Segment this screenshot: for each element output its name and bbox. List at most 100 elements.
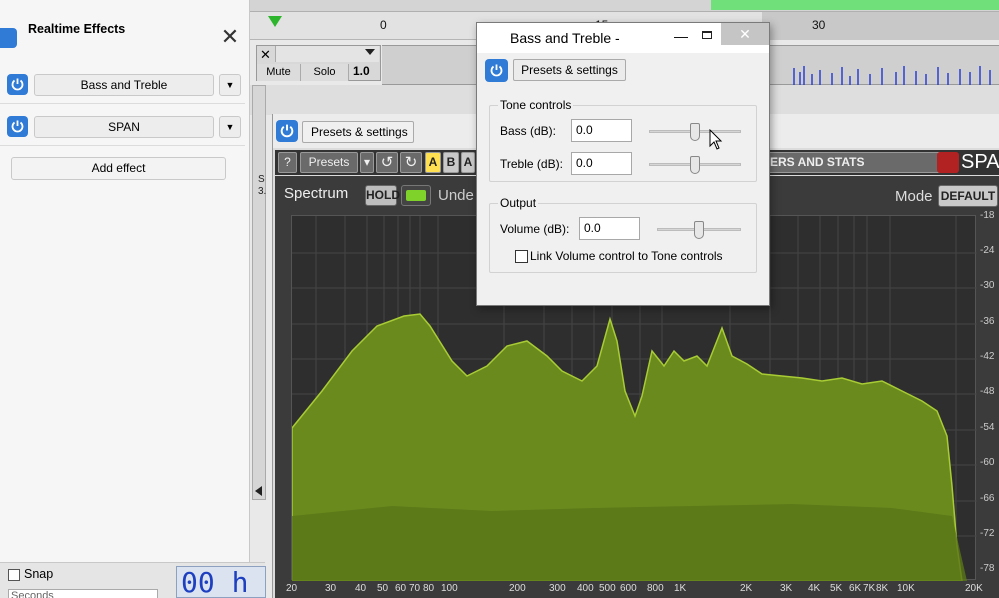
- freq-tick: 6K: [849, 583, 862, 594]
- power-icon: [11, 120, 24, 133]
- track-menu-button[interactable]: [275, 46, 379, 62]
- freq-tick: 60: [395, 583, 407, 594]
- effect-name-button[interactable]: Bass and Treble: [34, 74, 214, 96]
- bass-treble-dialog: Bass and Treble - — ✕ Presets & settings…: [476, 22, 770, 306]
- freq-tick: 400: [577, 583, 594, 594]
- db-tick: -36: [980, 316, 995, 327]
- db-tick: -30: [980, 280, 995, 291]
- effect-power-button[interactable]: [7, 74, 28, 95]
- solo-button[interactable]: Solo: [301, 64, 349, 81]
- volume-label: Volume (dB):: [500, 222, 570, 236]
- freq-tick: 5K: [830, 583, 843, 594]
- volume-slider-thumb[interactable]: [694, 221, 704, 239]
- effect-row-span: SPAN ▼: [0, 108, 245, 146]
- db-tick: -60: [980, 457, 995, 468]
- presets-dropdown-icon[interactable]: ▾: [360, 152, 374, 173]
- time-display[interactable]: 00 h 0: [176, 566, 266, 598]
- panel-title: Realtime Effects: [28, 22, 126, 36]
- realtime-effects-panel: Realtime Effects ✕ Bass and Treble ▼ SPA…: [0, 0, 250, 598]
- span-presets-button[interactable]: Presets & settings: [302, 121, 414, 143]
- db-tick: -42: [980, 351, 995, 362]
- play-head-icon[interactable]: [268, 16, 282, 27]
- close-icon[interactable]: ✕: [721, 23, 769, 45]
- mouse-cursor-icon: [709, 129, 723, 150]
- effect-row-bass-treble: Bass and Treble ▼: [0, 66, 245, 104]
- freq-tick: 30: [325, 583, 337, 594]
- mode-select-button[interactable]: DEFAULT: [938, 185, 998, 207]
- spectrum-floor: [292, 504, 967, 581]
- group-label: Tone controls: [498, 98, 574, 112]
- freq-tick: 40: [355, 583, 367, 594]
- close-icon[interactable]: ✕: [220, 26, 240, 48]
- freq-tick: 500: [599, 583, 616, 594]
- dialog-power-button[interactable]: [485, 59, 508, 82]
- link-volume-checkbox[interactable]: [515, 250, 528, 263]
- bass-slider-thumb[interactable]: [690, 123, 700, 141]
- link-volume-label: Link Volume control to Tone controls: [530, 249, 723, 263]
- dialog-titlebar[interactable]: Bass and Treble - — ✕: [477, 23, 769, 53]
- span-logo: SPAN: [961, 151, 999, 173]
- dialog-presets-button[interactable]: Presets & settings: [513, 59, 626, 81]
- power-icon: [11, 78, 24, 91]
- effect-menu-button[interactable]: ▼: [219, 74, 241, 96]
- mode-label: Mode: [895, 188, 933, 205]
- maximize-icon[interactable]: [700, 28, 714, 42]
- freq-tick: 600: [620, 583, 637, 594]
- freq-tick: 200: [509, 583, 526, 594]
- treble-slider-thumb[interactable]: [690, 156, 700, 174]
- freq-tick: 300: [549, 583, 566, 594]
- redo-icon[interactable]: ↻: [400, 152, 422, 173]
- bass-label: Bass (dB):: [500, 124, 557, 138]
- power-icon: [280, 124, 294, 138]
- span-power-button[interactable]: [276, 120, 298, 142]
- effect-power-button[interactable]: [7, 116, 28, 137]
- snap-unit-select[interactable]: Seconds: [8, 589, 158, 598]
- mute-button[interactable]: Mute: [257, 64, 301, 81]
- group-label: Output: [498, 196, 539, 210]
- hold-toggle[interactable]: [401, 185, 431, 206]
- scroll-left-icon[interactable]: [255, 486, 262, 496]
- freq-tick: 80: [423, 583, 435, 594]
- vertical-scrollbar[interactable]: [252, 85, 266, 500]
- under-label: Unde: [438, 187, 474, 204]
- track-side-label-line: S: [258, 174, 265, 185]
- freq-tick: 70: [409, 583, 421, 594]
- bass-input[interactable]: 0.0: [571, 119, 632, 142]
- minimize-icon[interactable]: —: [674, 28, 688, 44]
- preset-a-button[interactable]: A: [425, 152, 441, 173]
- copy-preset-button[interactable]: A: [461, 152, 475, 173]
- add-effect-button[interactable]: Add effect: [11, 157, 226, 180]
- freq-tick: 7K: [863, 583, 876, 594]
- treble-input[interactable]: 0.0: [571, 152, 632, 175]
- freq-tick: 100: [441, 583, 458, 594]
- freq-tick: 2K: [740, 583, 753, 594]
- span-presets-menu[interactable]: Presets: [300, 152, 358, 173]
- meters-stats-button[interactable]: ERS AND STATS: [765, 152, 945, 173]
- freq-tick: 800: [647, 583, 664, 594]
- volume-input[interactable]: 0.0: [579, 217, 640, 240]
- undo-icon[interactable]: ↺: [376, 152, 398, 173]
- power-icon-partial[interactable]: [0, 28, 17, 48]
- db-axis: -18 -24 -30 -36 -42 -48 -54 -60 -66 -72 …: [978, 210, 999, 596]
- db-tick: -72: [980, 528, 995, 539]
- freq-tick: 1K: [674, 583, 687, 594]
- top-toolbar: [250, 0, 999, 12]
- snap-checkbox[interactable]: [8, 569, 20, 581]
- chevron-down-icon: [365, 49, 375, 55]
- close-track-icon[interactable]: ✕: [260, 47, 271, 63]
- preset-b-button[interactable]: B: [443, 152, 459, 173]
- effect-menu-button[interactable]: ▼: [219, 116, 241, 138]
- treble-label: Treble (dB):: [500, 157, 563, 171]
- help-button[interactable]: ?: [278, 152, 297, 173]
- db-tick: -18: [980, 210, 995, 221]
- db-tick: -78: [980, 563, 995, 574]
- db-tick: -48: [980, 386, 995, 397]
- freq-tick: 10K: [897, 583, 915, 594]
- effect-name-button[interactable]: SPAN: [34, 116, 214, 138]
- track-side-label: S 3.: [258, 174, 266, 198]
- db-tick: -54: [980, 422, 995, 433]
- hold-led-icon: [406, 190, 426, 201]
- db-tick: -24: [980, 245, 995, 256]
- hold-button[interactable]: HOLD: [365, 185, 400, 206]
- ruler-tick: 30: [812, 18, 826, 32]
